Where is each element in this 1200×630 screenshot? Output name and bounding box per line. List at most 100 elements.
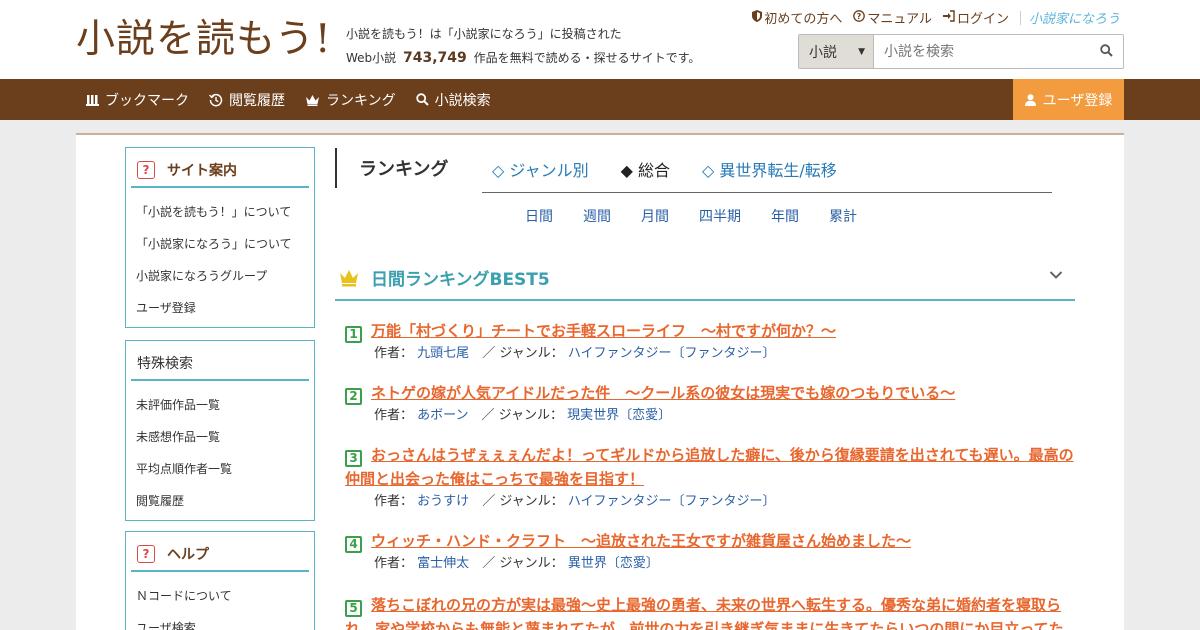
ranking-heading: ランキング [335, 148, 448, 188]
entry-meta: 作者： おうすけ ／ ジャンル： ハイファンタジー〔ファンタジー〕 [374, 493, 1075, 511]
search-icon [1099, 42, 1113, 61]
sidebar-item-unrated[interactable]: 未評価作品一覧 [136, 389, 314, 421]
site-logo[interactable]: 小説を読もう! [76, 14, 332, 66]
period-total[interactable]: 累計 [829, 206, 857, 226]
sidebar-item-ncode[interactable]: Ｎコードについて [136, 580, 314, 612]
search-input[interactable] [874, 35, 1089, 68]
tagline-line-2: Web小説 743,749 作品を無料で読める・探せるサイトです。 [346, 46, 700, 70]
sidebar-item-avg-authors[interactable]: 平均点順作者一覧 [136, 453, 314, 485]
entry-title-text: ウィッチ・ハンド・クラフト ～追放された王女ですが雑貨屋さん始めました～ [371, 532, 912, 550]
search-category-value: 小説 [809, 44, 837, 61]
special-search-title: 特殊検索 [137, 356, 193, 372]
daily-best5-title: 日間ランキングBEST5 [371, 270, 550, 290]
tab-isekai[interactable]: ◇ 異世界転生/転移 [702, 157, 837, 181]
search-button[interactable] [1089, 35, 1123, 68]
sidebar-item-narou-group[interactable]: 小説家になろうグループ [136, 260, 314, 292]
sign-in-icon [942, 10, 955, 25]
site-guide-heading: ? サイト案内 [131, 154, 309, 188]
nav-search[interactable]: 小説検索 [415, 90, 491, 110]
ranking-entry-5: 5 落ちこぼれの兄の方が実は最強〜史上最強の勇者、未来の世界へ転生する。優秀な弟に… [345, 593, 1075, 630]
genre-label: ／ ジャンル： [482, 494, 564, 509]
entry-title-text: 落ちこぼれの兄の方が実は最強〜史上最強の勇者、未来の世界へ転生する。優秀な弟に婚… [345, 596, 1064, 630]
help-heading: ? ヘルプ [131, 538, 309, 572]
main-nav-bar: ブックマーク 閲覧履歴 ランキング 小説検索 ユーザ登録 [0, 79, 1200, 120]
login-label: ログイン [956, 12, 1009, 27]
sidebar-item-no-impressions[interactable]: 未感想作品一覧 [136, 421, 314, 453]
manual-link[interactable]: ? マニュアル [853, 8, 932, 27]
search-category-select[interactable]: 小説 ▼ [799, 35, 874, 68]
manual-label: マニュアル [867, 12, 932, 27]
rank-badge: 2 [345, 387, 362, 405]
author-label: 作者： [374, 494, 414, 509]
genre-link[interactable]: 異世界〔恋愛〕 [568, 556, 659, 571]
register-button[interactable]: ユーザ登録 [1013, 79, 1124, 120]
main-nav: ブックマーク 閲覧履歴 ランキング 小説検索 [86, 79, 511, 120]
sidebar-item-about-narou[interactable]: 「小説家になろう」について [136, 228, 314, 260]
sidebar-item-user-register[interactable]: ユーザ登録 [136, 292, 314, 324]
period-monthly[interactable]: 月間 [641, 206, 669, 226]
genre-label: ／ ジャンル： [482, 556, 564, 571]
ranking-entry-title[interactable]: 3 おっさんはうぜぇぇぇんだよ！ってギルドから追放した癖に、後から復縁要請を出され… [345, 443, 1075, 491]
sidebar-item-user-search[interactable]: ユーザ検索 [136, 612, 314, 630]
sidebar-item-history[interactable]: 閲覧履歴 [136, 485, 314, 517]
ranking-entry-title[interactable]: 2 ネトゲの嫁が人気アイドルだった件 ～クール系の彼女は現実でも嫁のつもりでいる～ [345, 381, 1075, 405]
daily-best5-header[interactable]: 日間ランキングBEST5 [335, 256, 1075, 301]
period-quarterly[interactable]: 四半期 [699, 206, 741, 226]
ranking-entry-title[interactable]: 1 万能「村づくり」チートでお手軽スローライフ ～村ですが何か？～ [345, 319, 1075, 343]
rank-badge: 5 [345, 599, 362, 617]
genre-label: ／ ジャンル： [481, 408, 564, 423]
ranking-periods: 日間 週間 月間 四半期 年間 累計 [525, 206, 887, 226]
sidebar-site-guide: ? サイト案内 「小説を読もう！」について 「小説家になろう」について 小説家に… [125, 147, 315, 328]
author-link[interactable]: 九頭七尾 [417, 346, 469, 361]
genre-link[interactable]: ハイファンタジー〔ファンタジー〕 [568, 494, 776, 509]
login-link[interactable]: ログイン [942, 8, 1009, 27]
help-list: Ｎコードについて ユーザ検索 [126, 572, 314, 630]
tab-overall[interactable]: ◆ 総合 [621, 157, 670, 181]
period-yearly[interactable]: 年間 [771, 206, 799, 226]
tagline-line-1: 小説を読もう！は「小説家になろう」に投稿された [346, 27, 622, 41]
nav-history-label: 閲覧履歴 [229, 92, 285, 109]
ranking-title: ランキング [359, 159, 449, 180]
chevron-down-icon[interactable] [1049, 270, 1063, 280]
period-daily[interactable]: 日間 [525, 206, 553, 226]
nav-history[interactable]: 閲覧履歴 [209, 90, 285, 110]
genre-link[interactable]: 現実世界〔恋愛〕 [567, 408, 671, 423]
author-label: 作者： [374, 408, 414, 423]
nav-bookmark[interactable]: ブックマーク [86, 90, 189, 110]
entry-title-text: ネトゲの嫁が人気アイドルだった件 ～クール系の彼女は現実でも嫁のつもりでいる～ [371, 384, 956, 402]
user-icon [1024, 93, 1036, 106]
period-weekly[interactable]: 週間 [583, 206, 611, 226]
author-link[interactable]: 富士伸太 [417, 556, 469, 571]
author-link[interactable]: おうすけ [417, 494, 469, 509]
search-icon [415, 93, 429, 106]
author-label: 作者： [374, 556, 414, 571]
divider [1019, 10, 1021, 25]
entry-meta: 作者： あボーン ／ ジャンル： 現実世界〔恋愛〕 [374, 407, 1075, 425]
tab-genre[interactable]: ◇ ジャンル別 [492, 157, 589, 181]
crown-icon [305, 94, 320, 106]
ranking-entry-3: 3 おっさんはうぜぇぇぇんだよ！ってギルドから追放した癖に、後から復縁要請を出され… [345, 443, 1075, 511]
crown-icon [339, 269, 359, 287]
narou-logo-link[interactable]: 小説家になろう [1029, 8, 1120, 27]
nav-ranking[interactable]: ランキング [305, 90, 396, 110]
author-link[interactable]: あボーン [417, 408, 468, 423]
nav-ranking-label: ランキング [326, 92, 396, 109]
svg-text:?: ? [857, 12, 862, 21]
genre-label: ／ ジャンル： [482, 346, 564, 361]
ranking-entry-title[interactable]: 5 落ちこぼれの兄の方が実は最強〜史上最強の勇者、未来の世界へ転生する。優秀な弟に… [345, 593, 1075, 630]
first-time-link[interactable]: 初めての方へ [752, 8, 842, 27]
question-icon: ? [137, 545, 155, 563]
genre-link[interactable]: ハイファンタジー〔ファンタジー〕 [568, 346, 776, 361]
site-tagline: 小説を読もう！は「小説家になろう」に投稿された Web小説 743,749 作品… [346, 22, 700, 70]
ranking-entry-2: 2 ネトゲの嫁が人気アイドルだった件 ～クール系の彼女は現実でも嫁のつもりでいる～… [345, 381, 1075, 425]
ranking-entry-1: 1 万能「村づくり」チートでお手軽スローライフ ～村ですが何か？～ 作者： 九頭七… [345, 319, 1075, 363]
nav-bookmark-label: ブックマーク [105, 92, 189, 109]
shield-icon [752, 10, 763, 25]
question-circle-icon: ? [853, 10, 866, 25]
ranking-entry-title[interactable]: 4 ウィッチ・ハンド・クラフト ～追放された王女ですが雑貨屋さん始めました～ [345, 529, 1075, 553]
entry-title-text: おっさんはうぜぇぇぇんだよ！ってギルドから追放した癖に、後から復縁要請を出されて… [345, 446, 1074, 488]
novel-count: 743,749 [403, 50, 467, 66]
sidebar-item-about-yomou[interactable]: 「小説を読もう！」について [136, 196, 314, 228]
help-title: ヘルプ [167, 547, 209, 563]
first-time-label: 初めての方へ [764, 12, 843, 27]
